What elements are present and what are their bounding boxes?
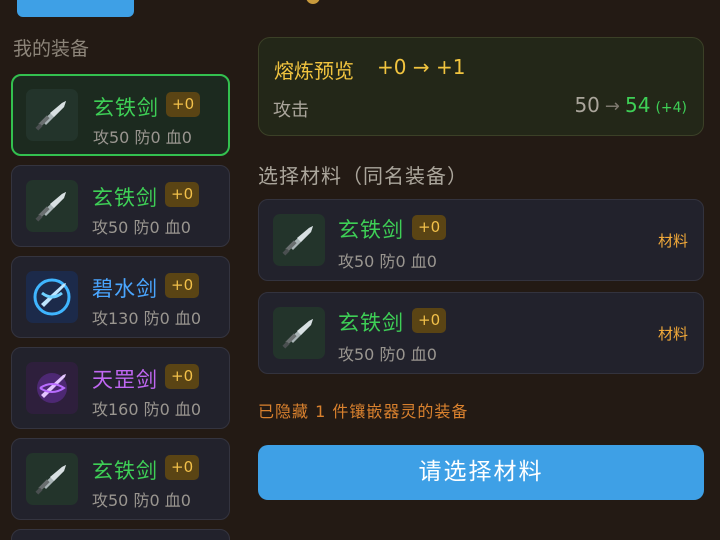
equipment-stats: 攻50 防0 血0 <box>92 218 191 237</box>
hidden-equipment-note: 已隐藏 1 件镶嵌器灵的装备 <box>258 402 469 421</box>
preview-stat-label: 攻击 <box>273 100 309 121</box>
equipment-name: 碧水剑 <box>92 277 158 301</box>
equipment-name: 玄铁剑 <box>92 186 158 210</box>
sword-icon <box>26 89 78 141</box>
level-badge: +0 <box>166 92 201 117</box>
material-tag: 材料 <box>657 232 688 250</box>
preview-title: 熔炼预览 <box>274 59 354 83</box>
purple-sword-icon <box>26 362 78 414</box>
preview-diff: (+4) <box>655 100 687 116</box>
material-stats: 攻50 防0 血0 <box>338 252 437 271</box>
arrow-right-icon: → <box>604 96 620 117</box>
material-name: 玄铁剑 <box>338 218 404 242</box>
level-badge: +0 <box>412 215 447 240</box>
top-tab-button[interactable] <box>17 0 134 17</box>
material-card[interactable]: 玄铁剑 +0 攻50 防0 血0 材料 <box>258 292 704 374</box>
equipment-name: 玄铁剑 <box>93 96 159 120</box>
select-material-button[interactable]: 请选择材料 <box>258 445 704 500</box>
material-tag: 材料 <box>657 325 688 343</box>
level-badge: +0 <box>165 273 200 298</box>
my-equipment-title: 我的装备 <box>13 38 90 60</box>
equipment-name: 天罡剑 <box>92 368 158 392</box>
currency-icon <box>306 0 320 4</box>
equipment-stats: 攻130 防0 血0 <box>92 309 202 328</box>
water-sword-icon <box>26 271 78 323</box>
equipment-stats: 攻50 防0 血0 <box>93 128 192 147</box>
equipment-stats: 攻160 防0 血0 <box>92 400 202 419</box>
sword-icon <box>273 214 325 266</box>
level-badge: +0 <box>412 308 447 333</box>
equipment-name: 玄铁剑 <box>92 459 158 483</box>
equipment-stats: 攻50 防0 血0 <box>92 491 191 510</box>
material-name: 玄铁剑 <box>338 311 404 335</box>
level-badge: +0 <box>165 364 200 389</box>
equipment-card[interactable]: 玄铁剑 +0 攻50 防0 血0 <box>11 165 230 247</box>
level-badge: +0 <box>165 182 200 207</box>
smelt-preview-panel: 熔炼预览 +0 → +1 攻击 50 → 54 (+4) <box>258 37 704 136</box>
sword-icon <box>273 307 325 359</box>
level-badge: +0 <box>165 455 200 480</box>
material-stats: 攻50 防0 血0 <box>338 345 437 364</box>
preview-level-change: +0 → +1 <box>377 55 466 79</box>
preview-stat-values: 50 → 54 (+4) <box>574 93 687 117</box>
preview-new-value: 54 <box>624 93 651 117</box>
equipment-card[interactable]: 碧水剑 +0 攻130 防0 血0 <box>11 256 230 338</box>
equipment-card-partial[interactable] <box>11 529 230 540</box>
preview-old-value: 50 <box>574 93 600 117</box>
equipment-card[interactable]: 天罡剑 +0 攻160 防0 血0 <box>11 347 230 429</box>
sword-icon <box>26 453 78 505</box>
material-section-title: 选择材料（同名装备） <box>258 164 468 188</box>
sword-icon <box>26 180 78 232</box>
equipment-card-selected[interactable]: 玄铁剑 +0 攻50 防0 血0 <box>11 74 230 156</box>
equipment-card[interactable]: 玄铁剑 +0 攻50 防0 血0 <box>11 438 230 520</box>
material-card[interactable]: 玄铁剑 +0 攻50 防0 血0 材料 <box>258 199 704 281</box>
